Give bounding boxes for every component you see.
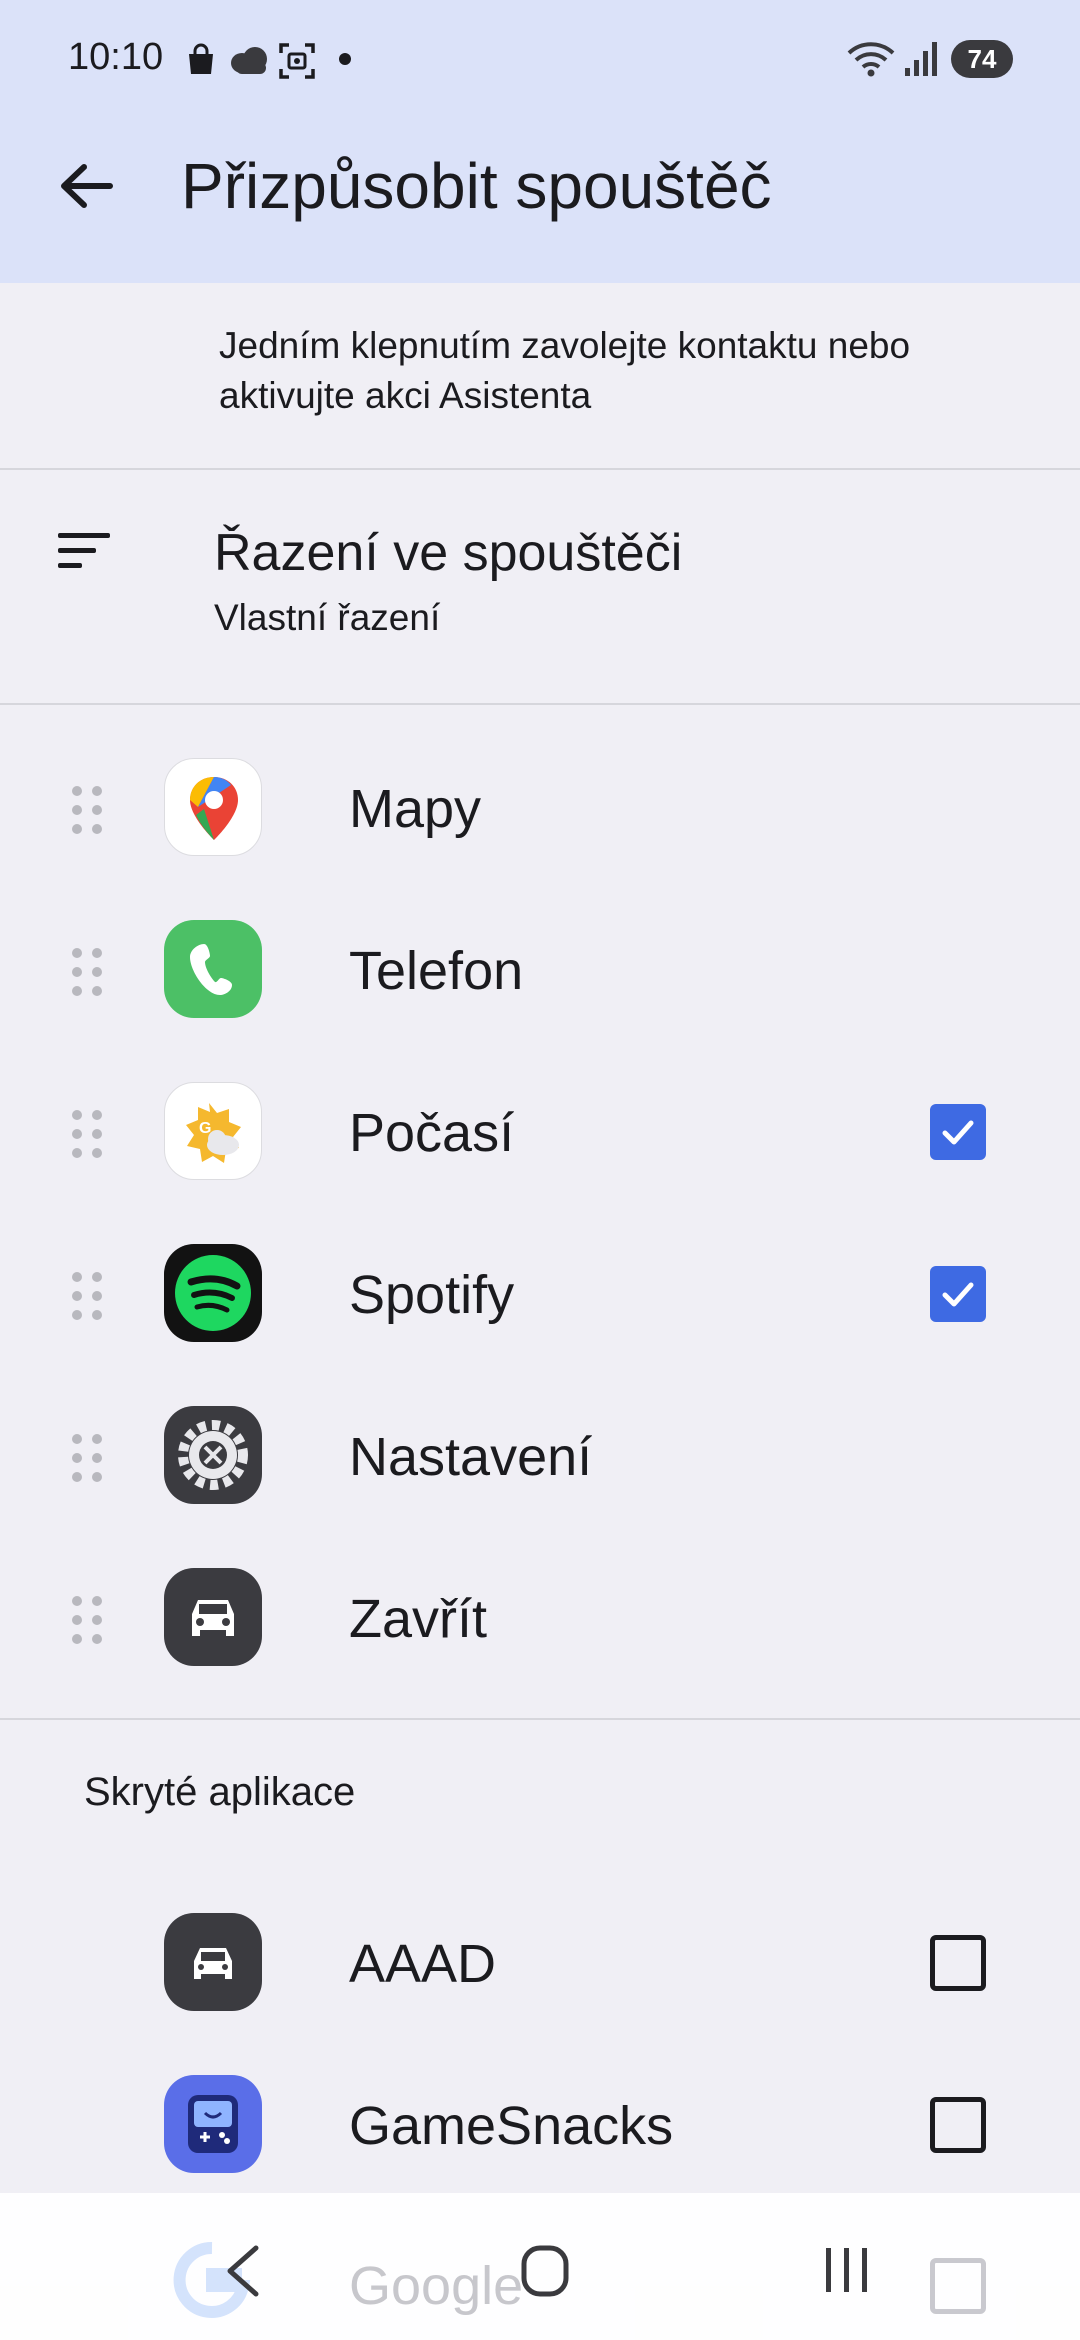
list-item[interactable]: AAAD: [0, 1883, 1080, 2043]
app-label: Mapy: [349, 779, 482, 839]
divider: [0, 1718, 1080, 1720]
settings-icon: [164, 1406, 262, 1504]
sort-title: Řazení ve spouštěči: [214, 524, 683, 582]
gamesnacks-icon: [164, 2075, 262, 2173]
list-item[interactable]: G Počasí: [0, 1052, 1080, 1212]
phone-icon: [164, 920, 262, 1018]
page-title: Přizpůsobit spouštěč: [181, 150, 772, 222]
sort-icon: [58, 533, 110, 568]
arrow-back-icon: [61, 164, 113, 208]
drag-handle-icon[interactable]: [70, 946, 104, 998]
show-in-launcher-checkbox[interactable]: [930, 2258, 986, 2314]
nav-back-icon[interactable]: [222, 2244, 262, 2298]
car-icon: [164, 1568, 262, 1666]
list-item[interactable]: Mapy: [0, 728, 1080, 888]
svg-text:G: G: [199, 1120, 211, 1137]
top-app-bar: 10:10 74 Přizpůsobit spouštěč: [0, 0, 1080, 283]
drag-handle-icon[interactable]: [70, 784, 104, 836]
nav-home-icon[interactable]: [520, 2244, 570, 2298]
app-label: Google: [349, 2256, 524, 2316]
wifi-icon: [847, 42, 895, 77]
spotify-icon: [164, 1244, 262, 1342]
status-bar: 10:10 74: [0, 0, 1080, 118]
divider: [0, 703, 1080, 705]
list-item[interactable]: Spotify: [0, 1214, 1080, 1374]
sort-value: Vlastní řazení: [214, 597, 441, 638]
notification-dot-icon: [339, 53, 351, 65]
settings-list[interactable]: Jedním klepnutím zavolejte kontaktu nebo…: [0, 283, 1080, 2193]
app-label: Zavřít: [349, 1589, 488, 1649]
status-time: 10:10: [68, 36, 164, 78]
show-in-launcher-checkbox[interactable]: [930, 1935, 986, 1991]
app-label: Nastavení: [349, 1427, 593, 1487]
app-label: GameSnacks: [349, 2096, 674, 2156]
aaad-car-icon: [164, 1913, 262, 2011]
shortcut-description: Jedním klepnutím zavolejte kontaktu nebo…: [219, 325, 911, 416]
nav-recents-icon[interactable]: [822, 2244, 872, 2296]
list-item[interactable]: Nastavení: [0, 1376, 1080, 1536]
drag-handle-icon[interactable]: [70, 1270, 104, 1322]
hidden-apps-header: Skryté aplikace: [84, 1770, 356, 1814]
sort-order-setting[interactable]: Řazení ve spouštěči Vlastní řazení: [0, 470, 1080, 685]
app-label: Spotify: [349, 1265, 515, 1325]
battery-indicator: 74: [951, 40, 1013, 78]
checkmark-icon: [942, 1120, 974, 1145]
shopping-bag-icon: [189, 43, 213, 74]
app-label: Počasí: [349, 1103, 515, 1163]
drag-handle-icon[interactable]: [70, 1108, 104, 1160]
maps-icon: [164, 758, 262, 856]
list-item[interactable]: Zavřít: [0, 1538, 1080, 1698]
app-label: Telefon: [349, 941, 524, 1001]
list-item[interactable]: GameSnacks: [0, 2045, 1080, 2193]
back-button[interactable]: [50, 150, 122, 222]
show-in-launcher-checkbox[interactable]: [930, 1104, 986, 1160]
cloud-icon: [231, 47, 267, 74]
show-in-launcher-checkbox[interactable]: [930, 2097, 986, 2153]
show-in-launcher-checkbox[interactable]: [930, 1266, 986, 1322]
cellular-signal-icon: [905, 42, 937, 76]
checkmark-icon: [942, 1282, 974, 1307]
app-label: AAAD: [349, 1934, 497, 1994]
weather-icon: G: [164, 1082, 262, 1180]
list-item[interactable]: Telefon: [0, 890, 1080, 1050]
drag-handle-icon[interactable]: [70, 1594, 104, 1646]
drag-handle-icon[interactable]: [70, 1432, 104, 1484]
screenshot-icon: [279, 43, 315, 79]
